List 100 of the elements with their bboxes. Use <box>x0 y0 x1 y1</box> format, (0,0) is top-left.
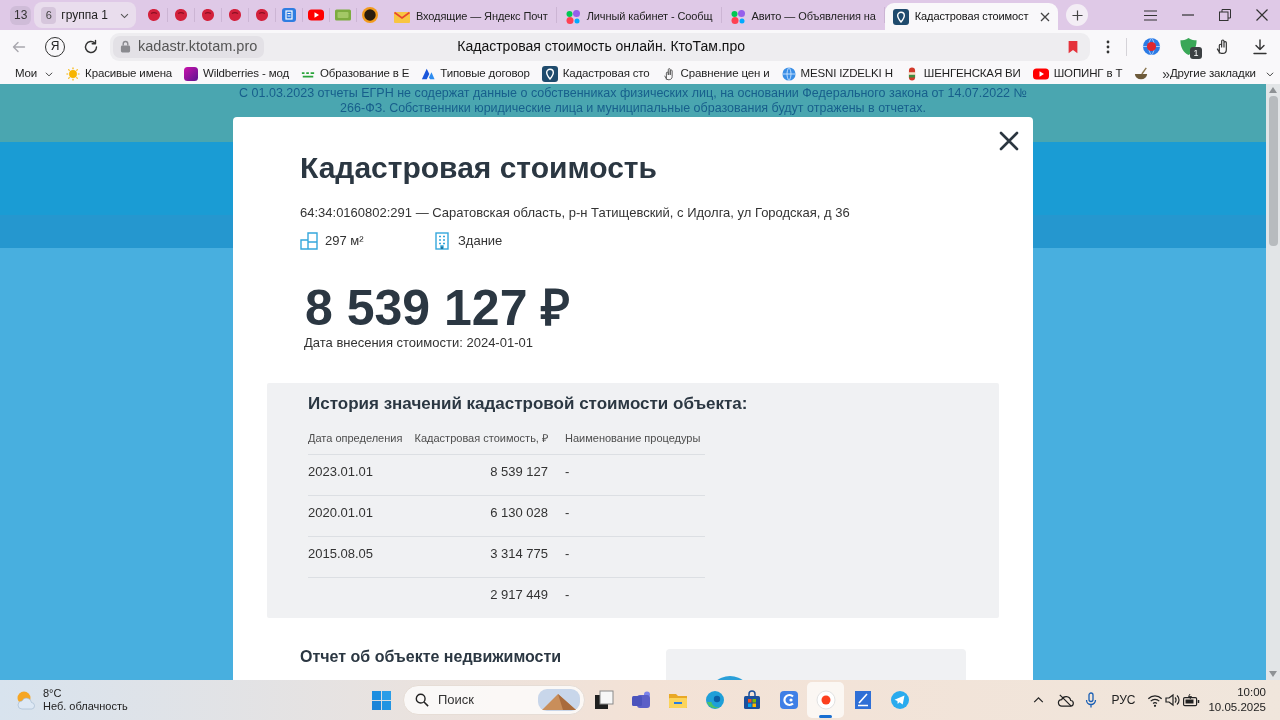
play-icon <box>307 7 324 23</box>
report-title: Отчет об объекте недвижимости <box>300 647 563 667</box>
table-cell: - <box>565 546 570 561</box>
bookmark[interactable]: Типовые договор <box>421 64 530 83</box>
price-value: 8 539 127 ₽ <box>305 283 572 333</box>
floor-plan-icon <box>300 232 318 250</box>
overlapping-tiles-icon <box>630 690 651 710</box>
scroll-up-icon[interactable] <box>1269 87 1277 93</box>
bookmark[interactable]: Красивые имена <box>66 64 173 83</box>
browser-tab[interactable]: Личный кабинет - Сообщ <box>556 3 721 30</box>
weather-widget[interactable]: 8°C Неб. облачность <box>15 687 128 713</box>
close-icon <box>999 131 1019 151</box>
property-type: Здание <box>458 232 503 251</box>
bookmark[interactable] <box>1134 66 1149 81</box>
dots-icon <box>729 8 746 25</box>
download-icon <box>1252 38 1268 55</box>
clock[interactable]: 10:00 10.05.2025 <box>1208 685 1266 715</box>
bookmark[interactable]: Кадастровая сто <box>541 64 650 83</box>
menu-icon <box>1144 9 1157 21</box>
address-text: 64:34:0160802:291 — Саратовская область, р-н Татищевский, с Идолга, ул Городская, д 36 <box>300 204 851 222</box>
blob-icon <box>199 7 216 23</box>
bookmark[interactable]: Сравнение цен и <box>661 64 770 83</box>
extension-button[interactable]: 1 <box>1176 34 1200 59</box>
table-cell: - <box>565 505 570 520</box>
app-tile-icon <box>184 66 199 81</box>
extension-badge: 1 <box>1190 46 1202 59</box>
page-title: Кадастровая стоимость онлайн. КтоТам.про <box>457 37 745 56</box>
blob-icon <box>226 7 243 23</box>
dot-circle-icon <box>815 690 836 710</box>
close-icon[interactable] <box>1040 11 1051 22</box>
arc-tile-icon <box>778 690 799 710</box>
scrollbar-thumb[interactable] <box>1268 96 1278 246</box>
globe-icon <box>781 66 796 81</box>
tab-group-button[interactable]: 6 группа 1 <box>34 2 136 28</box>
bookmark-icon[interactable] <box>1066 39 1080 54</box>
table-cell: 8 539 127 <box>490 463 548 481</box>
column-header: Кадастровая стоимость, ₽ <box>413 431 548 446</box>
column-header: Наименование процедуры <box>565 431 702 446</box>
column-header: Дата определения <box>308 431 404 446</box>
reload-icon <box>83 38 99 55</box>
url-chip[interactable]: kadastr.ktotam.pro <box>113 35 265 58</box>
price-date-text: Дата внесения стоимости: 2024-01-01 <box>304 334 534 352</box>
table-cell: 2015.08.05 <box>308 546 374 561</box>
dots-icon <box>564 8 581 25</box>
lock-icon <box>120 40 131 53</box>
table-cell: - <box>565 587 570 602</box>
more-vertical-icon <box>1106 39 1110 54</box>
browser-tab[interactable]: Кадастровая стоимост <box>884 3 1059 30</box>
pen-tile-icon <box>852 690 873 710</box>
bookmark-folder[interactable]: Мои <box>15 64 55 83</box>
more-bookmarks-button[interactable]: » <box>1162 65 1170 82</box>
plus-icon <box>1071 9 1083 21</box>
browser-tab[interactable]: Авито — Объявления на <box>721 3 884 30</box>
bookmark[interactable]: Wildberries - мод <box>184 64 290 83</box>
table-cell: 3 314 775 <box>490 545 548 563</box>
history-title: История значений кадастровой стоимости объекта: <box>308 393 749 415</box>
browser-tab[interactable]: Входящие — Яндекс Почт <box>385 3 556 30</box>
search-bar[interactable]: Поиск <box>403 685 585 715</box>
table-cell: - <box>565 464 570 479</box>
table-cell: 2023.01.01 <box>308 464 374 479</box>
blob-icon <box>253 7 270 23</box>
peaks-icon <box>421 66 436 81</box>
blob-icon <box>145 7 162 23</box>
restore-icon <box>1218 9 1231 21</box>
document-icon <box>280 7 297 23</box>
pyramid-icon <box>538 689 580 711</box>
close-icon <box>1255 9 1268 21</box>
weather-icon <box>15 689 38 711</box>
paper-plane-icon <box>889 690 910 710</box>
close-button[interactable] <box>999 131 1019 151</box>
bookmark-folder[interactable]: Другие закладки <box>1169 64 1275 83</box>
location-pin-icon <box>892 8 909 25</box>
area-value: 297 м² <box>325 232 364 251</box>
start-icon <box>371 690 391 710</box>
address-field[interactable]: kadastr.ktotam.pro Кадастровая стоимость онлайн. КтоТам.про <box>110 32 1090 61</box>
chevron-up-icon <box>1032 697 1044 703</box>
tab-count-button[interactable]: 13 <box>10 5 32 25</box>
shopping-bag-icon <box>741 690 762 710</box>
language-indicator[interactable]: РУС <box>1107 686 1140 714</box>
bookmark[interactable]: ШЕНГЕНСКАЯ ВИ <box>904 64 1021 83</box>
speaker-icon <box>1165 693 1181 707</box>
scroll-down-icon[interactable] <box>1269 671 1277 677</box>
coin-icon <box>361 7 378 23</box>
bookmark[interactable]: MESNI IZDELKI H <box>781 64 893 83</box>
notice-text: С 01.03.2023 отчеты ЕГРН не содержат данные о собственниках физических лиц, на основании Федерального закона от 14.07.2022 № 266-ФЗ. Собственники юридические лица и муниципальные образования будут отражены в отчетах. <box>238 86 1028 116</box>
blob-icon <box>172 7 189 23</box>
minimize-icon <box>1181 14 1194 16</box>
table-cell: 6 130 028 <box>490 504 548 522</box>
bookmark[interactable]: Образование в Е <box>301 64 410 83</box>
globe-icon <box>1141 37 1161 56</box>
screen-icon <box>334 7 351 23</box>
new-tab-button[interactable] <box>1066 4 1089 26</box>
wifi-icon <box>1147 693 1164 707</box>
modal-title: Кадастровая стоимость <box>300 150 658 186</box>
hand-icon <box>661 66 676 81</box>
building-icon <box>433 232 451 250</box>
table-cell: 2 917 449 <box>490 586 548 604</box>
bowl-icon <box>1134 66 1149 81</box>
task-view-icon <box>593 690 614 710</box>
bookmark[interactable]: ШОПИНГ в Т <box>1032 64 1123 83</box>
